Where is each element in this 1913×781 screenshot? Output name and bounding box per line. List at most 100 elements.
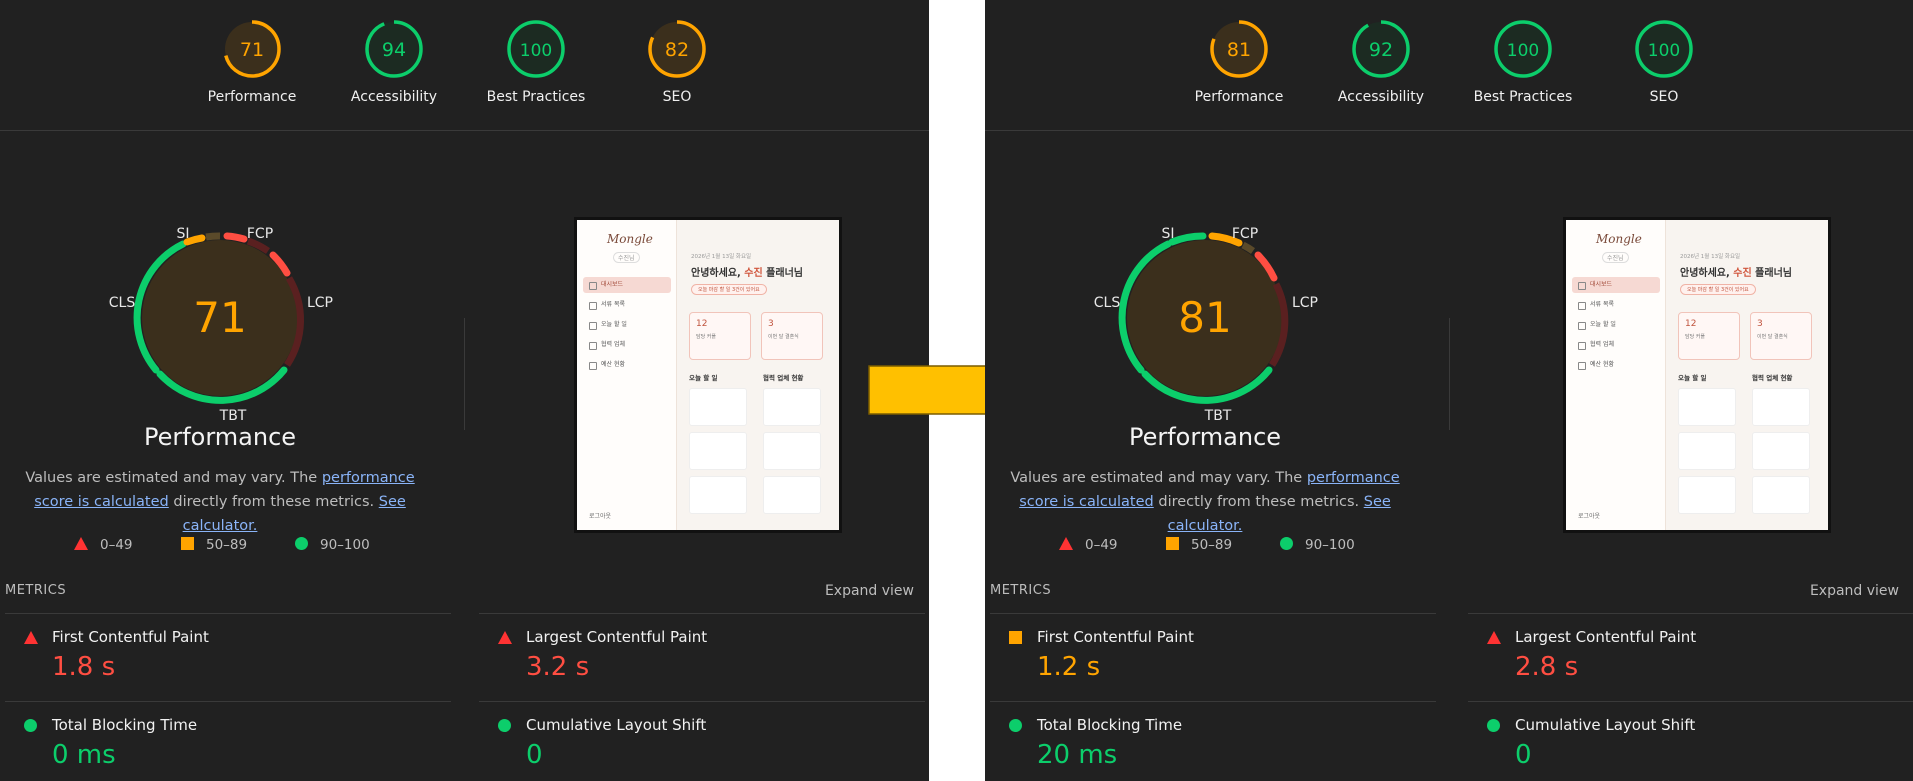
circle-icon	[1487, 719, 1500, 732]
gauge-best-practices[interactable]: 100 Best Practices	[466, 18, 606, 105]
thumb-list-item	[689, 388, 747, 426]
thumb-list-item	[689, 432, 747, 470]
desc-text: directly from these metrics.	[168, 494, 379, 510]
circle-icon	[498, 719, 511, 732]
thumb-list-item	[1678, 388, 1736, 426]
square-icon	[1009, 631, 1022, 644]
thumb-date: 2026년 1월 13일 화요일	[1680, 254, 1741, 260]
desc-text: directly from these metrics.	[1153, 494, 1364, 510]
thumb-list-item	[689, 476, 747, 514]
legend-fail: 0–49	[74, 537, 133, 553]
score-description: Values are estimated and may vary. The p…	[997, 466, 1413, 538]
performance-title: Performance	[1128, 423, 1282, 451]
thumb-nav-item: 서류 목록	[583, 297, 671, 313]
thumb-section-title: 오늘 할 일	[689, 374, 718, 382]
segment-label-lcp: LCP	[1292, 295, 1318, 311]
divider	[464, 318, 465, 430]
thumb-card: 12 담당 커플	[1678, 312, 1740, 360]
expand-view-toggle[interactable]: Expand view	[1810, 583, 1899, 599]
thumb-list-item	[1752, 476, 1810, 514]
divider	[990, 613, 1436, 614]
metric-name: Total Blocking Time	[52, 716, 198, 734]
gauge-accessibility[interactable]: 92 Accessibility	[1311, 18, 1451, 105]
thumb-logout: 로그아웃	[1578, 513, 1601, 520]
thumb-list-item	[763, 476, 821, 514]
segment-label-tbt: TBT	[219, 408, 247, 424]
divider	[1449, 318, 1450, 430]
gauge-ring: 100	[1494, 20, 1552, 78]
segment-label-tbt: TBT	[1204, 408, 1232, 424]
thumb-logo: Mongle	[1596, 232, 1642, 246]
metric-name: Cumulative Layout Shift	[526, 716, 707, 734]
thumb-nav-item: 서류 목록	[1572, 297, 1660, 313]
thumb-list-item	[1752, 388, 1810, 426]
lighthouse-report-before: 71 Performance 94 Accessibility 100 Best…	[0, 0, 929, 781]
gauge-performance[interactable]: 71 Performance	[182, 18, 322, 105]
gauge-performance[interactable]: 81 Performance	[1169, 18, 1309, 105]
thumb-main: 2026년 1월 13일 화요일 안녕하세요, 수진 플래너님 오늘 마감 할 …	[1666, 220, 1828, 530]
metric-value: 0 ms	[52, 740, 116, 770]
metric-value: 0	[1515, 740, 1532, 770]
gauge-accessibility[interactable]: 94 Accessibility	[324, 18, 464, 105]
square-icon	[181, 537, 194, 550]
circle-icon	[295, 537, 308, 550]
circle-icon	[24, 719, 37, 732]
segment-label-fcp: FCP	[247, 226, 273, 242]
thumb-list-item	[1678, 476, 1736, 514]
thumb-nav-item: 협력 업체	[583, 337, 671, 353]
thumb-nav-item: 오늘 할 일	[583, 317, 671, 333]
circle-icon	[1280, 537, 1293, 550]
big-score: 81	[1178, 293, 1231, 342]
gauge-seo[interactable]: 82 SEO	[607, 18, 747, 105]
desc-text: Values are estimated and may vary. The	[25, 470, 322, 486]
gauge-ring: 100	[1635, 20, 1693, 78]
legend-average: 50–89	[181, 537, 247, 553]
segment-label-fcp: FCP	[1232, 226, 1258, 242]
divider	[5, 701, 451, 702]
gauge-seo[interactable]: 100 SEO	[1594, 18, 1734, 105]
legend-average: 50–89	[1166, 537, 1232, 553]
gauge-ring: 92	[1352, 20, 1410, 78]
expand-view-toggle[interactable]: Expand view	[825, 583, 914, 599]
gauge-label: Best Practices	[486, 89, 586, 105]
gauge-score: 94	[382, 39, 406, 61]
thumb-nav-item: 협력 업체	[1572, 337, 1660, 353]
gauge-best-practices[interactable]: 100 Best Practices	[1453, 18, 1593, 105]
legend-fail: 0–49	[1059, 537, 1118, 553]
divider	[1468, 701, 1913, 702]
thumb-list-item	[1752, 432, 1810, 470]
thumb-section-title: 협력 업체 현황	[763, 374, 804, 382]
legend-pass: 90–100	[1280, 537, 1355, 553]
gauge-score: 100	[1648, 41, 1680, 61]
triangle-icon	[24, 631, 38, 644]
metric-value: 2.8 s	[1515, 652, 1579, 682]
thumb-logo-sub: 수진님	[613, 252, 640, 263]
page-screenshot-thumbnail[interactable]: Mongle 수진님 대시보드 서류 목록 오늘 할 일 협력 업체 예산 현황…	[1563, 217, 1831, 533]
lighthouse-report-after: 81 Performance 92 Accessibility 100 Best…	[985, 0, 1913, 781]
gauge-score: 100	[1507, 41, 1539, 61]
metric-name: Total Blocking Time	[1037, 716, 1183, 734]
divider	[5, 613, 451, 614]
thumb-section-title: 협력 업체 현황	[1752, 374, 1793, 382]
performance-big-gauge: 71 SI FCP LCP CLS TBT	[80, 218, 360, 443]
gauge-score: 100	[520, 41, 552, 61]
gauge-ring: 94	[365, 20, 423, 78]
score-gauges: 71 Performance 94 Accessibility 100 Best…	[0, 0, 929, 131]
metric-name: Largest Contentful Paint	[1515, 628, 1697, 646]
metric-name: First Contentful Paint	[52, 628, 209, 646]
metrics-heading: METRICS	[5, 583, 67, 598]
thumb-sidebar: Mongle 수진님 대시보드 서류 목록 오늘 할 일 협력 업체 예산 현황…	[1566, 220, 1666, 530]
gauge-label: SEO	[1649, 89, 1679, 105]
gauge-ring: 71	[223, 20, 281, 78]
metric-name: First Contentful Paint	[1037, 628, 1194, 646]
gauge-score: 82	[665, 39, 689, 61]
gauge-score: 71	[240, 39, 264, 61]
gauge-ring: 100	[507, 20, 565, 78]
gauge-label: Best Practices	[1473, 89, 1573, 105]
divider	[990, 701, 1436, 702]
page-screenshot-thumbnail[interactable]: Mongle 수진님 대시보드 서류 목록 오늘 할 일 협력 업체 예산 현황…	[574, 217, 842, 533]
thumb-logo-sub: 수진님	[1602, 252, 1629, 263]
gauge-ring: 81	[1210, 20, 1268, 78]
thumb-card: 3 이번 달 결혼식	[1750, 312, 1812, 360]
gauge-label: Performance	[1194, 89, 1284, 105]
